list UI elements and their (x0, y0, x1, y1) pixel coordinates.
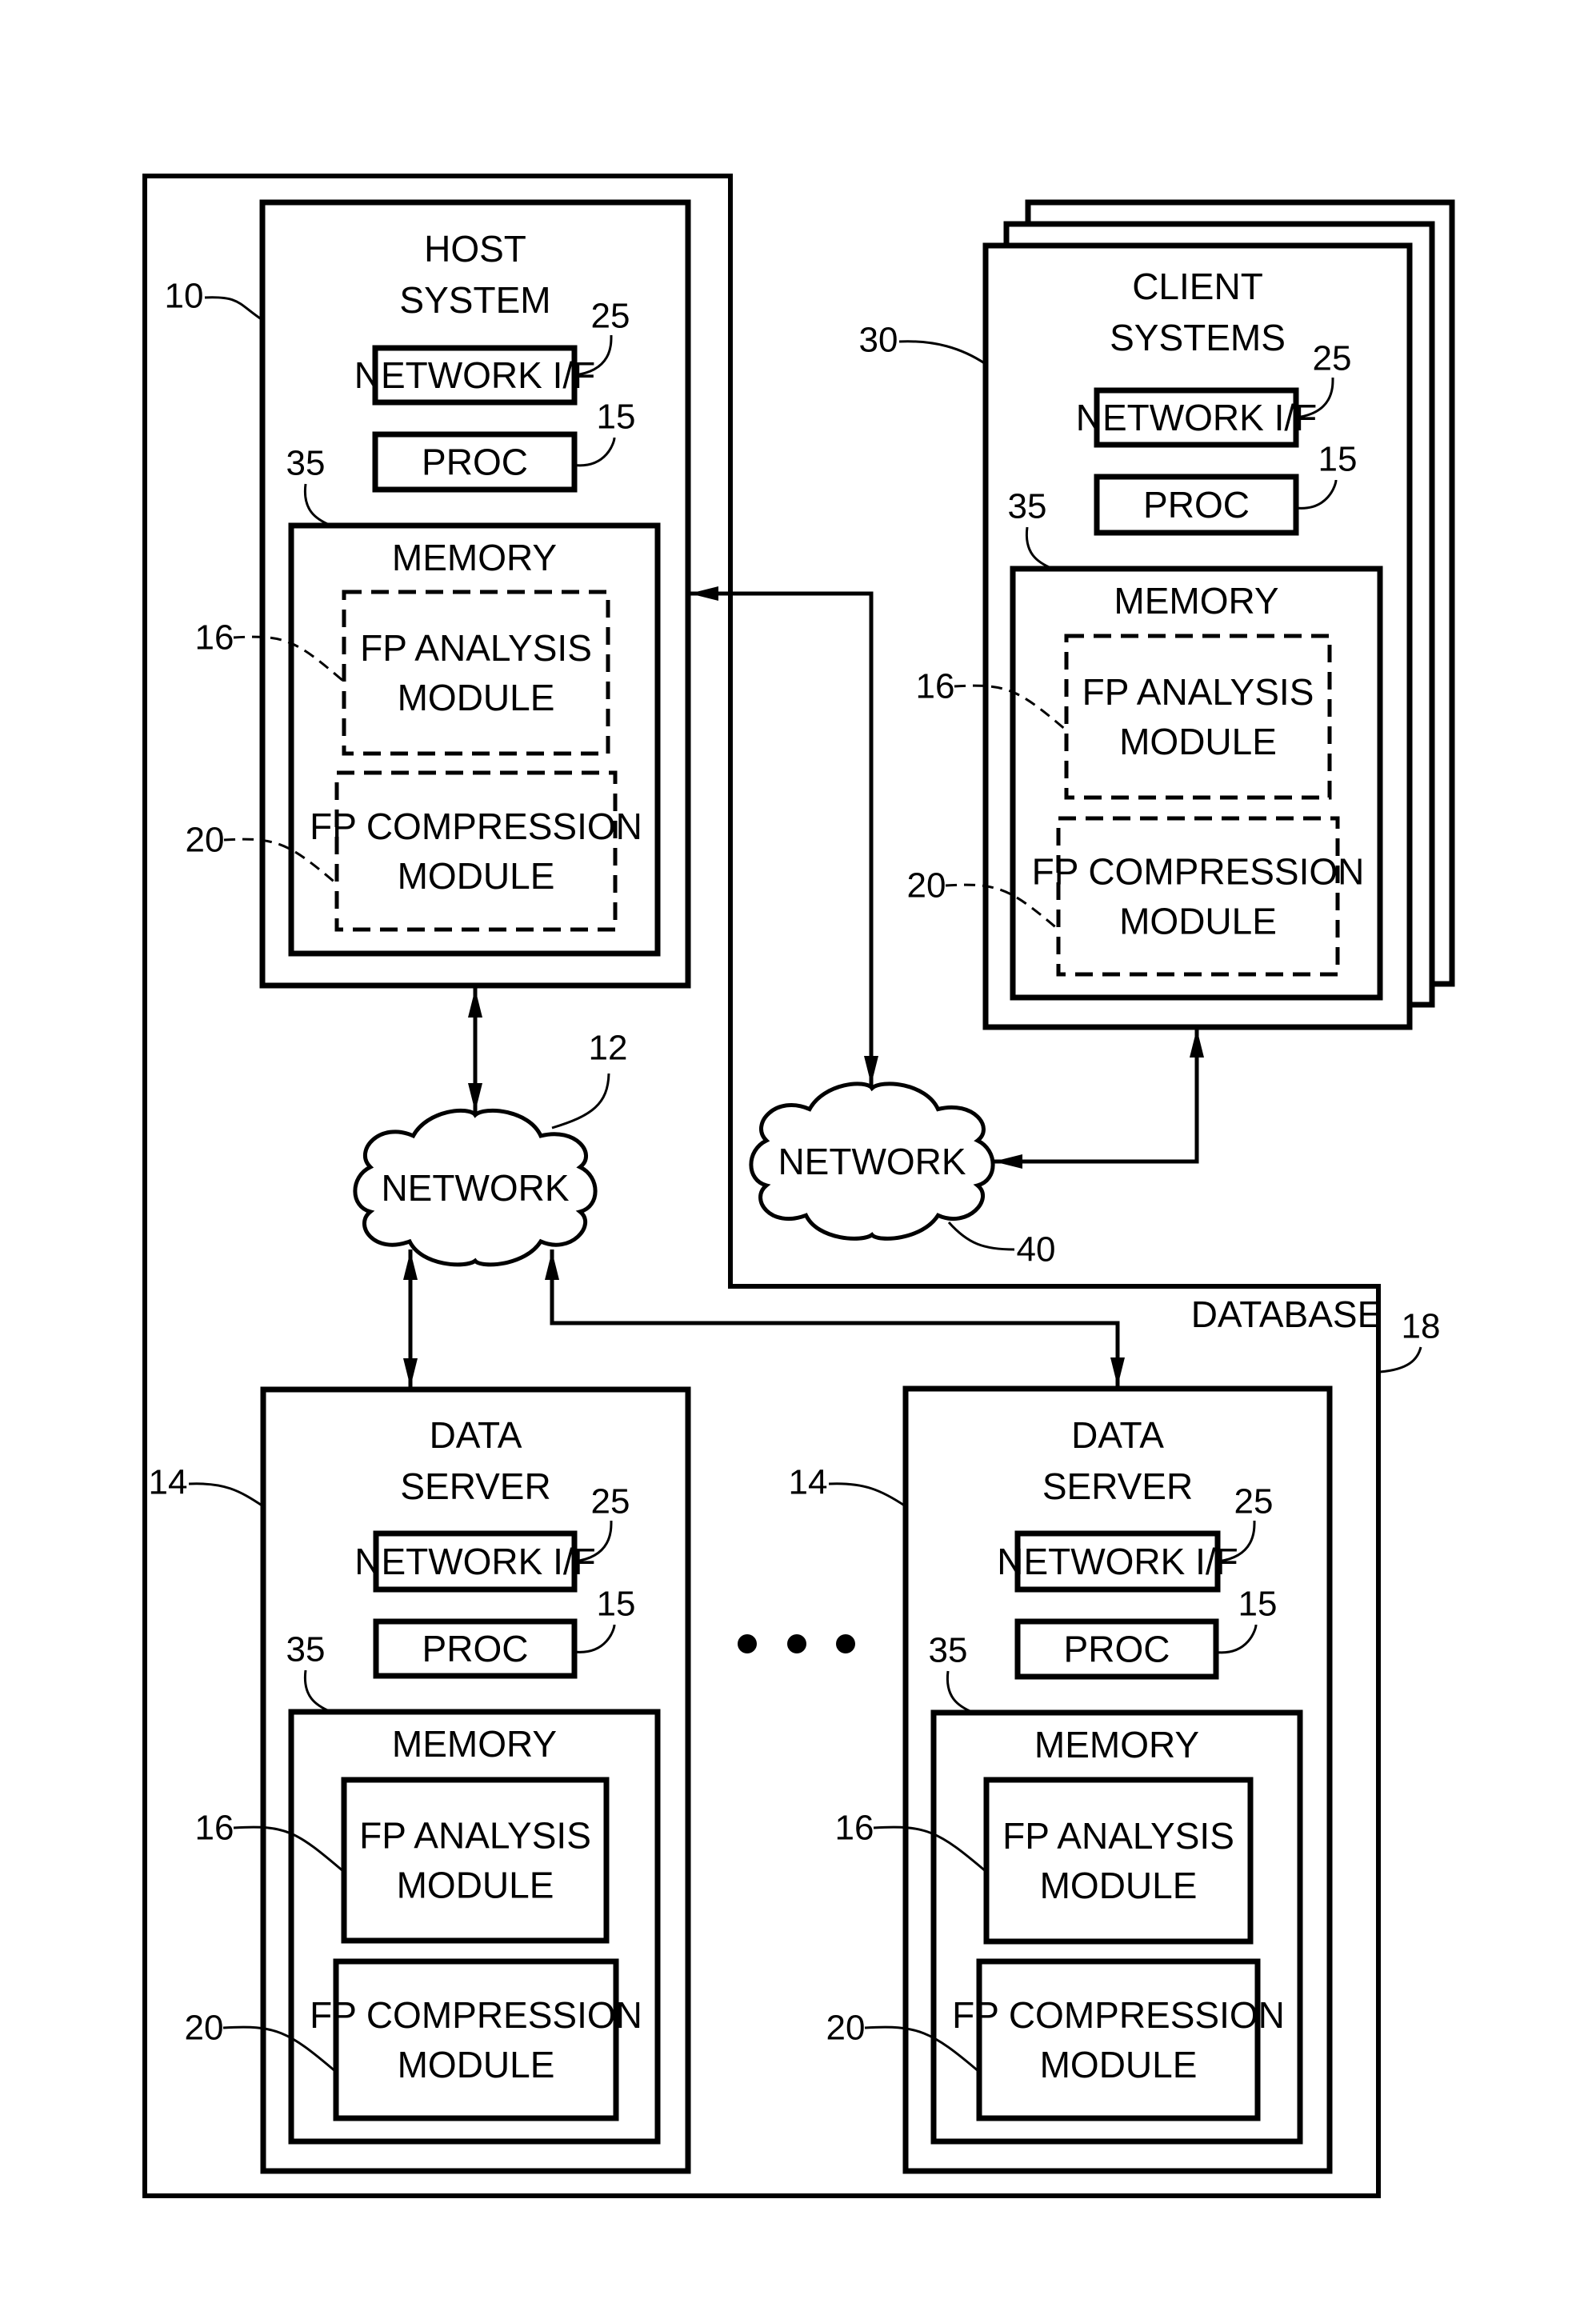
memory-ref-number: 35 (929, 1631, 968, 1670)
arrowhead-down-icon (864, 1056, 878, 1085)
arrowhead-left-icon (994, 1154, 1022, 1169)
ellipsis-dot (787, 1634, 806, 1653)
fp-analysis-module-box (341, 1777, 610, 1944)
network-interface-label: NETWORK I/F (354, 354, 596, 396)
data-server-1-title-line: DATA (430, 1414, 522, 1456)
fp-analysis-module-ref-number: 16 (195, 618, 234, 658)
network-40-cloud-leader-line (947, 1221, 1015, 1251)
arrowhead-up-icon (1190, 1029, 1204, 1058)
fp-analysis-module: FP ANALYSIS MODULE 16 (916, 634, 1332, 800)
fp-analysis-module-ref-number: 16 (195, 1809, 234, 1848)
network-interface-label: NETWORK I/F (997, 1541, 1238, 1582)
fp-analysis-module-label-line: FP ANALYSIS (1002, 1815, 1234, 1857)
database-leader-line (1379, 1346, 1422, 1373)
data-server-2-title-line: SERVER (1042, 1465, 1193, 1507)
host-system-title-line: SYSTEM (399, 279, 550, 321)
fp-analysis-module-ref-number: 16 (835, 1809, 874, 1848)
network-40-cloud-label: NETWORK (778, 1141, 966, 1182)
fp-analysis-module-label-line: MODULE (398, 677, 555, 718)
fp-compression-module-ref-number: 20 (907, 866, 946, 906)
processor-ref-number: 15 (597, 1585, 636, 1624)
network-40-cloud: NETWORK 40 (749, 1082, 1056, 1269)
processor-label: PROC (1064, 1629, 1170, 1670)
memory-label: MEMORY (1034, 1724, 1199, 1765)
data-server-1-title-line: SERVER (400, 1465, 550, 1507)
network-interface-ref-number: 25 (1234, 1482, 1274, 1521)
network-interface-ref-number: 25 (591, 297, 630, 336)
fp-compression-module-label-line: FP COMPRESSION (952, 1994, 1285, 2036)
fp-compression-module-box (334, 770, 618, 932)
fp-analysis-module-box (342, 590, 610, 756)
fp-analysis-module-label-line: MODULE (397, 1865, 554, 1906)
memory-ref-number: 35 (1008, 487, 1047, 526)
system-architecture-diagram: DATABASE 18 HOST SYSTEM 10 NETWORK I/F 25 PROC… (142, 174, 1455, 2198)
memory-label: MEMORY (392, 537, 557, 578)
processor-label: PROC (422, 442, 528, 483)
fp-compression-module-box (333, 1958, 619, 2121)
client-systems: CLIENT SYSTEMS 30 NETWORK I/F 25 PROC 15 MEMORY… (859, 242, 1413, 1030)
ellipsis-dot (738, 1634, 757, 1653)
fp-analysis-module-label-line: FP ANALYSIS (360, 627, 592, 669)
processor-ref-number: 15 (597, 398, 636, 437)
fp-analysis-module-label-line: MODULE (1119, 721, 1277, 762)
data-server-1-ref-number: 14 (149, 1463, 188, 1502)
memory-label: MEMORY (392, 1723, 557, 1765)
fp-analysis-module-label-line: FP ANALYSIS (359, 1815, 591, 1857)
processor-ref-number: 15 (1238, 1585, 1278, 1624)
database-label: DATABASE (1191, 1293, 1382, 1335)
fp-analysis-module-box (983, 1777, 1254, 1945)
network-interface-label: NETWORK I/F (1076, 397, 1318, 438)
client-systems-title-line: SYSTEMS (1110, 317, 1286, 358)
fp-analysis-module-label-line: MODULE (1040, 1865, 1198, 1906)
fp-compression-module-ref-number: 20 (186, 821, 225, 860)
fp-compression-module: FP COMPRESSION MODULE 20 (907, 816, 1365, 977)
host-system-title-line: HOST (424, 228, 526, 270)
client-systems-ref-number: 30 (859, 321, 898, 360)
data-server-2-ref-number: 14 (789, 1463, 828, 1502)
network-interface-ref-number: 25 (591, 1482, 630, 1521)
ellipsis-dot (836, 1634, 855, 1653)
fp-compression-module-label-line: MODULE (1040, 2044, 1198, 2085)
fp-compression-module-label-line: MODULE (398, 2044, 555, 2085)
client-systems-title-line: CLIENT (1132, 266, 1263, 307)
network-interface-ref-number: 25 (1313, 339, 1352, 378)
network-12-cloud-ref-number: 12 (589, 1029, 628, 1068)
fp-compression-module-label-line: FP COMPRESSION (310, 1994, 642, 2036)
fp-analysis-module-label-line: FP ANALYSIS (1082, 671, 1314, 713)
memory-label: MEMORY (1114, 580, 1278, 622)
network-40-cloud-ref-number: 40 (1017, 1230, 1056, 1269)
fp-analysis-module-ref-number: 16 (916, 667, 955, 706)
fp-analysis-module-box (1064, 634, 1332, 800)
network-12-cloud-label: NETWORK (381, 1167, 569, 1209)
network-interface-label: NETWORK I/F (354, 1541, 596, 1582)
fp-compression-module-label-line: MODULE (398, 855, 555, 897)
fp-compression-module-label-line: FP COMPRESSION (310, 806, 642, 847)
fp-compression-module-box (976, 1958, 1261, 2121)
fp-compression-module-ref-number: 20 (826, 2009, 866, 2048)
fp-compression-module-box (1056, 816, 1340, 977)
processor-ref-number: 15 (1318, 440, 1358, 479)
fp-compression-module-ref-number: 20 (185, 2009, 224, 2048)
fp-compression-module-label-line: MODULE (1119, 901, 1277, 942)
processor-label: PROC (422, 1628, 529, 1669)
client-network40-link (992, 1027, 1199, 1164)
memory-ref-number: 35 (286, 1630, 326, 1669)
memory-ref-number: 35 (286, 444, 326, 483)
database-ref-number: 18 (1402, 1307, 1441, 1346)
data-server-2-title-line: DATA (1071, 1414, 1164, 1456)
processor-label: PROC (1143, 484, 1250, 526)
fp-compression-module-label-line: FP COMPRESSION (1032, 851, 1365, 893)
client-systems-leader-line (898, 340, 986, 366)
host-system-ref-number: 10 (165, 277, 204, 316)
